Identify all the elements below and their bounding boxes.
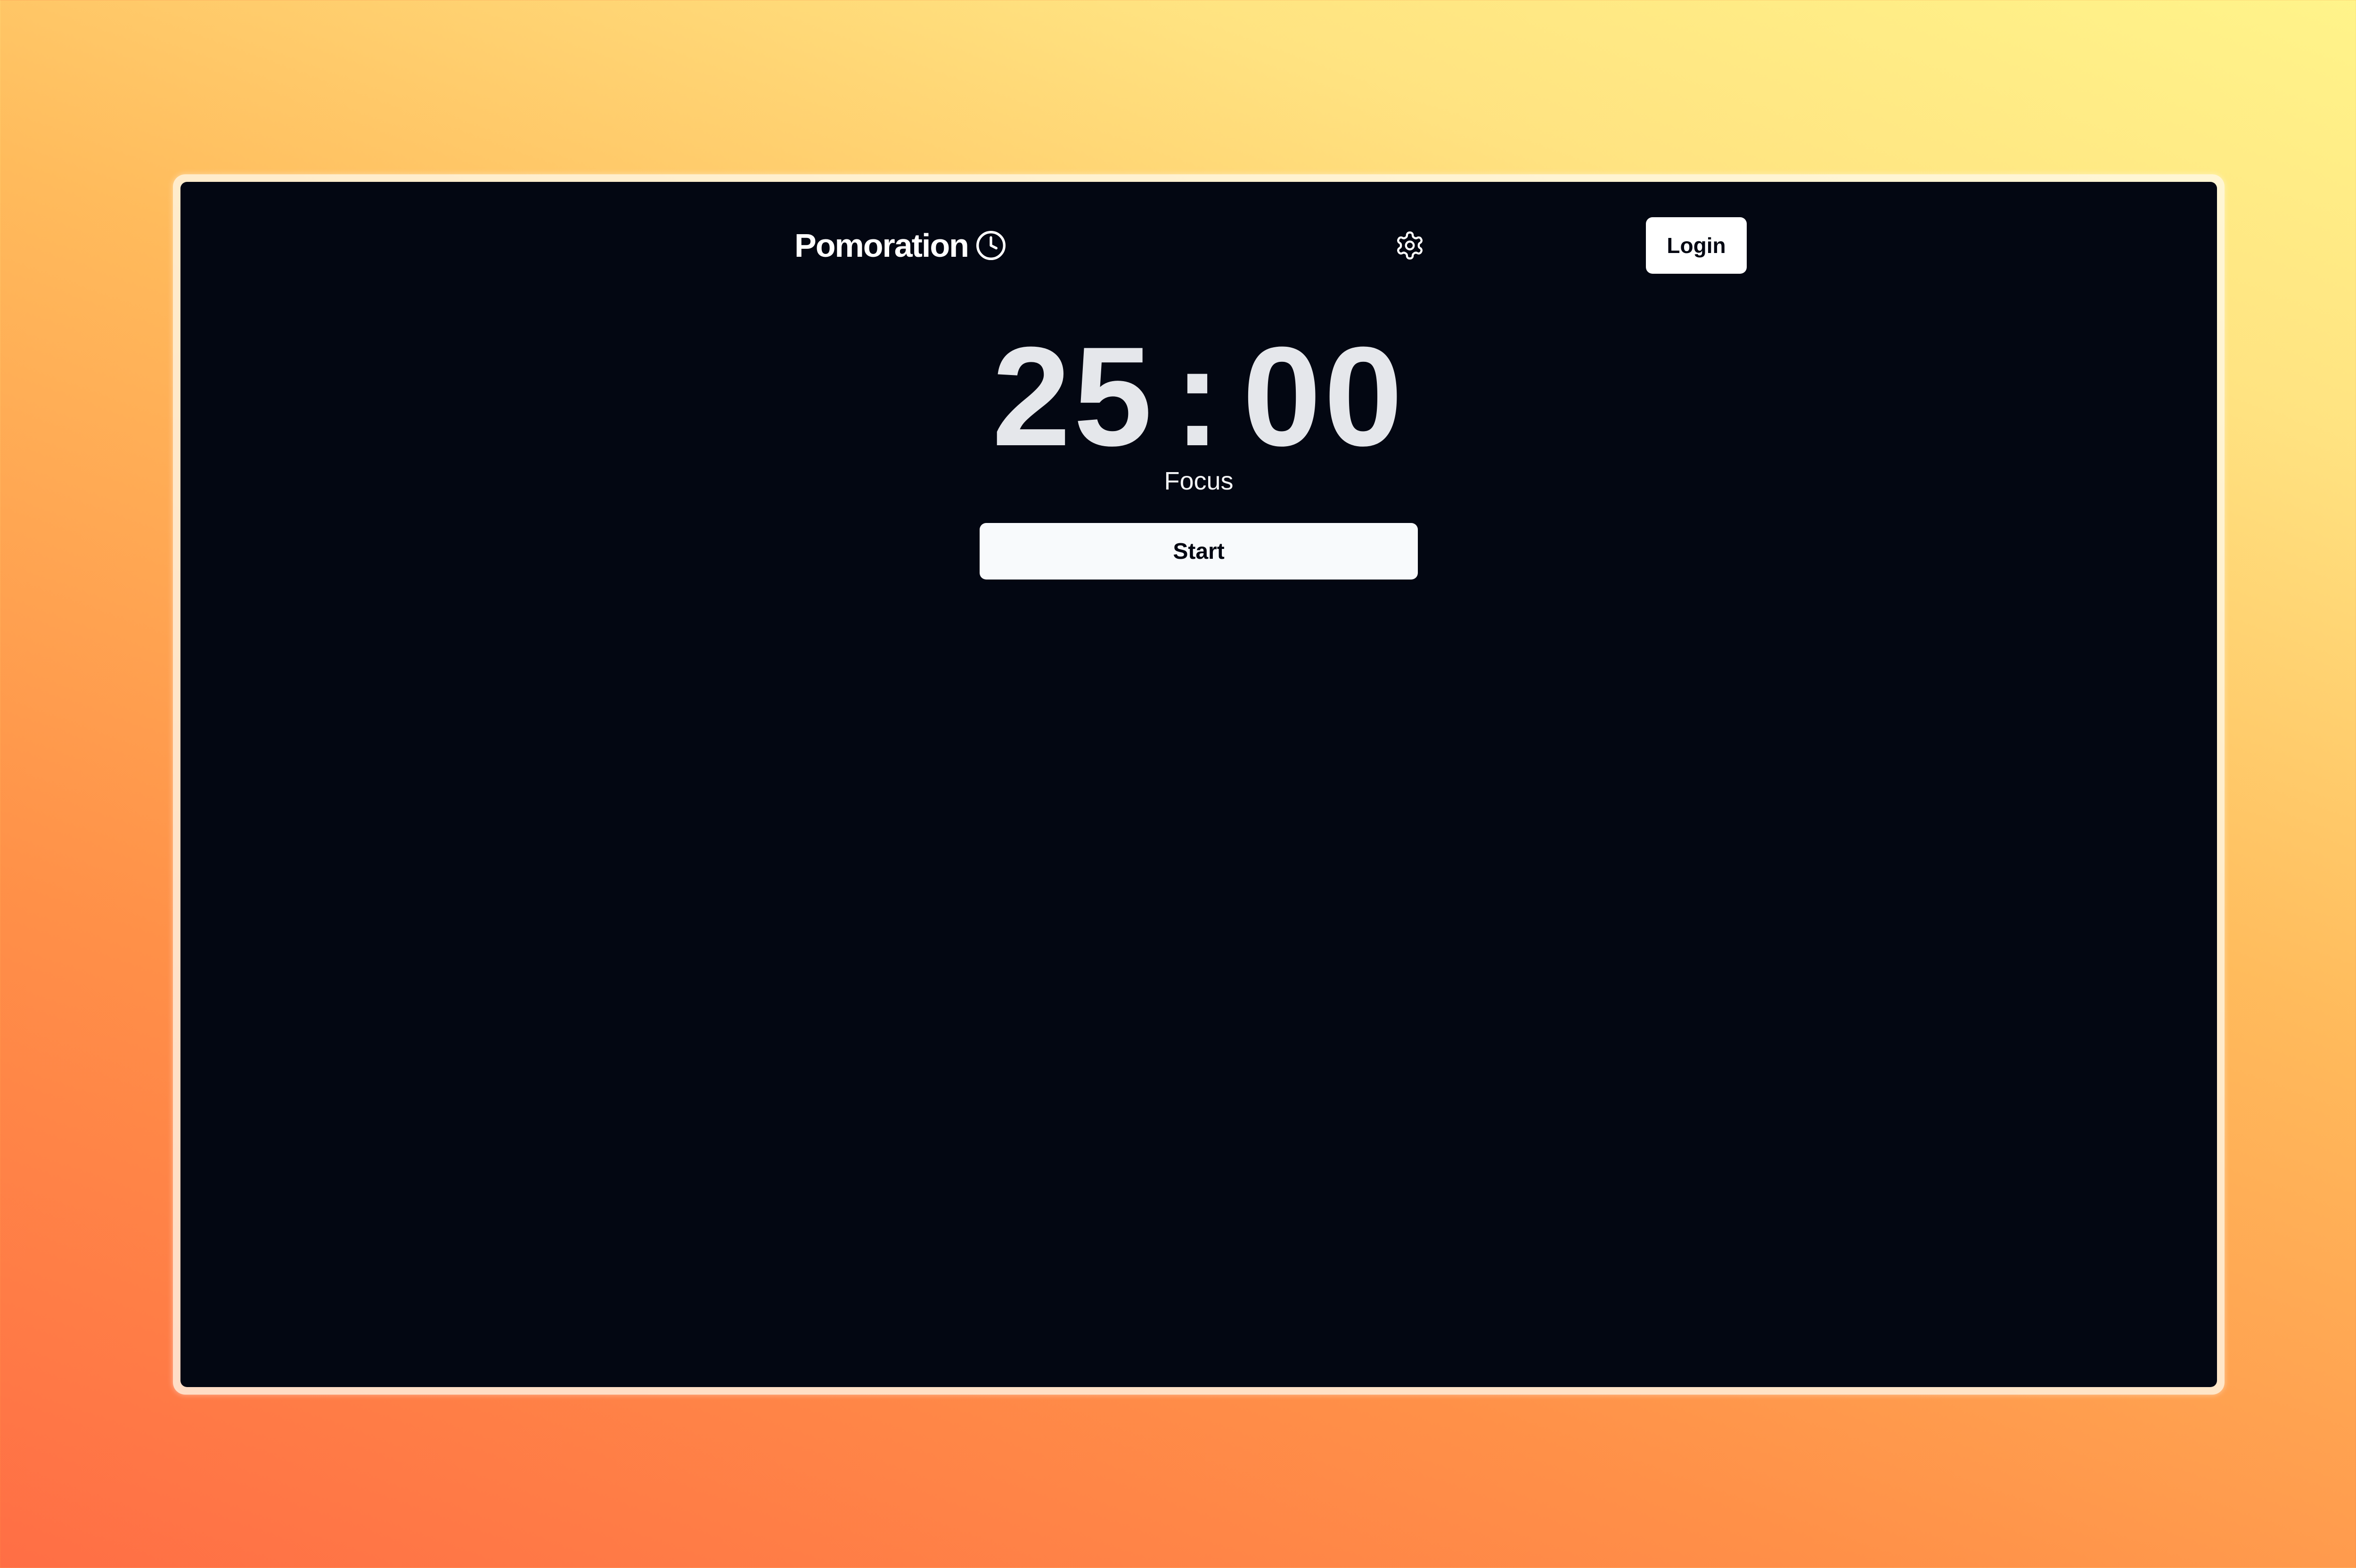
timer-separator: : xyxy=(1174,317,1224,475)
clock-icon xyxy=(975,229,1007,261)
login-button[interactable]: Login xyxy=(1646,217,1747,274)
timer-display: 25 : 00 xyxy=(992,317,1406,475)
window-frame: Pomoration Login 25: 00 Focus Start xyxy=(173,174,2225,1395)
settings-button[interactable] xyxy=(1393,229,1427,262)
timer-area: 25 : 00 Focus Start xyxy=(180,317,2217,580)
brand[interactable]: Pomoration xyxy=(794,217,1007,274)
start-button[interactable]: Start xyxy=(980,523,1418,580)
header: Pomoration Login xyxy=(794,217,1747,274)
app-window: Pomoration Login 25: 00 Focus Start xyxy=(180,182,2217,1387)
app-name: Pomoration xyxy=(794,227,969,264)
gear-icon xyxy=(1394,230,1425,261)
timer-mode-label: Focus xyxy=(1164,467,1234,495)
timer-seconds: 00 xyxy=(1242,317,1406,475)
timer-minutes: 25 xyxy=(992,317,1155,475)
